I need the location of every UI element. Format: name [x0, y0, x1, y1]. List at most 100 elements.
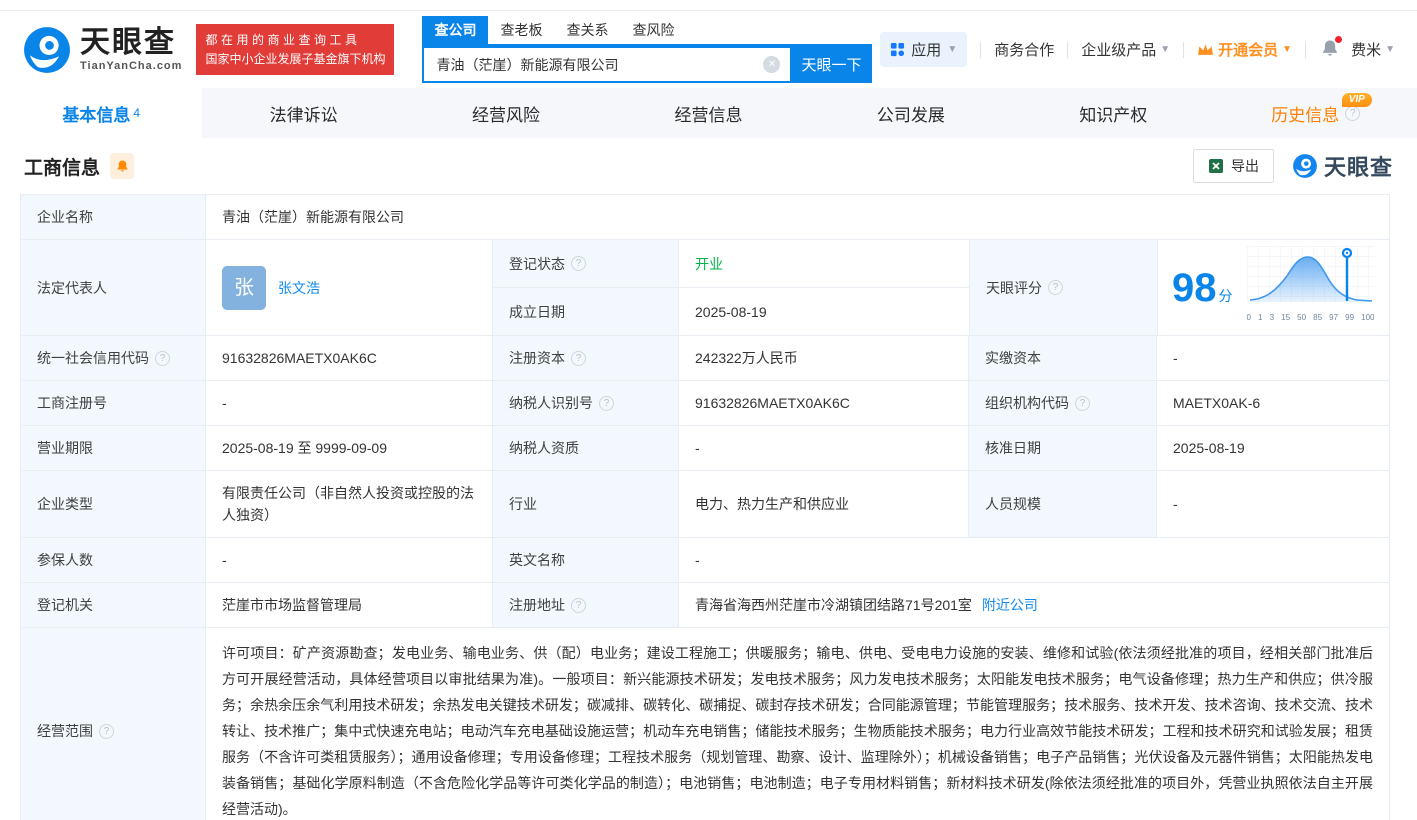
- help-icon[interactable]: [571, 351, 586, 366]
- approve-date-value: 2025-08-19: [1157, 426, 1389, 470]
- score-axis-ticks: 0131550859799100: [1247, 307, 1375, 329]
- reg-number-label: 工商注册号: [21, 381, 206, 425]
- tianyancha-eye-icon: [1292, 153, 1318, 179]
- search-tabs: 查公司 查老板 查关系 查风险: [422, 16, 872, 46]
- notifications-bell-icon[interactable]: [1321, 39, 1339, 61]
- nav-open-vip[interactable]: 开通会员 ▼: [1197, 39, 1292, 60]
- export-button[interactable]: 导出: [1193, 149, 1274, 183]
- help-icon[interactable]: [1345, 106, 1360, 121]
- english-name-label: 英文名称: [493, 538, 679, 582]
- org-code-label: 组织机构代码: [985, 392, 1069, 414]
- header-nav: 应用 ▼ 商务合作 企业级产品 ▼ 开通会员 ▼: [880, 32, 1395, 67]
- company-name-label: 企业名称: [21, 195, 206, 239]
- reg-address-label: 注册地址: [509, 594, 565, 616]
- site-header: 天眼查 TianYanCha.com 都在用的商业查询工具 国家中小企业发展子基…: [0, 11, 1417, 88]
- insured-count-label: 参保人数: [21, 538, 206, 582]
- company-type-label: 企业类型: [21, 471, 206, 537]
- score-value: 98: [1172, 266, 1217, 310]
- insured-count-value: -: [206, 538, 493, 582]
- tab-history-info[interactable]: 历史信息 VIP: [1215, 88, 1417, 138]
- brand-name: 天眼查: [80, 28, 182, 58]
- nearby-companies-link[interactable]: 附近公司: [982, 594, 1038, 616]
- table-row: 参保人数 - 英文名称 -: [21, 538, 1389, 583]
- chevron-down-icon: ▼: [1385, 44, 1395, 55]
- score-label: 天眼评分: [986, 277, 1042, 299]
- tab-intellectual-property[interactable]: 知识产权: [1012, 88, 1214, 138]
- help-icon[interactable]: [571, 598, 586, 613]
- watermark-logo: 天眼查: [1292, 150, 1393, 182]
- tab-operating-info[interactable]: 经营信息: [607, 88, 809, 138]
- brand-domain: TianYanCha.com: [80, 61, 182, 72]
- table-row: 企业名称 青油（茫崖）新能源有限公司: [21, 195, 1389, 240]
- reg-address-value: 青海省海西州茫崖市冷湖镇团结路71号201室: [695, 594, 972, 616]
- table-row: 法定代表人 张 张文浩 登记状态 开业 成立日期 2025-08-19: [21, 240, 1389, 336]
- legal-rep-label: 法定代表人: [21, 240, 206, 335]
- help-icon[interactable]: [571, 256, 586, 271]
- table-row: 企业类型 有限责任公司（非自然人投资或控股的法人独资） 行业 电力、热力生产和供…: [21, 471, 1389, 538]
- tab-company-development[interactable]: 公司发展: [810, 88, 1012, 138]
- table-row: 工商注册号 - 纳税人识别号 91632826MAETX0AK6C 组织机构代码…: [21, 381, 1389, 426]
- search-tab-relation[interactable]: 查关系: [554, 16, 620, 44]
- notification-dot: [1335, 36, 1342, 43]
- search-button[interactable]: 天眼一下: [790, 46, 872, 83]
- reg-status-value: 开业: [695, 253, 723, 275]
- subscribe-bell-icon[interactable]: [110, 153, 134, 179]
- apps-grid-icon: [890, 42, 905, 57]
- paid-capital-label: 实缴资本: [969, 336, 1157, 380]
- reg-number-value: -: [206, 381, 493, 425]
- site-logo[interactable]: 天眼查 TianYanCha.com: [22, 25, 182, 75]
- credit-code-label: 统一社会信用代码: [37, 347, 149, 369]
- help-icon[interactable]: [599, 396, 614, 411]
- apps-menu[interactable]: 应用 ▼: [880, 32, 967, 67]
- biz-scope-value: 许可项目：矿产资源勘查；发电业务、输电业务、供（配）电业务；建设工程施工；供暖服…: [206, 628, 1389, 820]
- english-name-value: -: [679, 538, 1389, 582]
- tab-legal-litigation[interactable]: 法律诉讼: [202, 88, 404, 138]
- business-info-table: 企业名称 青油（茫崖）新能源有限公司 法定代表人 张 张文浩 登记状态 开业: [20, 194, 1390, 820]
- table-row: 营业期限 2025-08-19 至 9999-09-09 纳税人资质 - 核准日…: [21, 426, 1389, 471]
- reg-capital-value: 242322万人民币: [679, 336, 969, 380]
- help-icon[interactable]: [155, 351, 170, 366]
- crown-icon: [1197, 43, 1214, 56]
- legal-rep-avatar[interactable]: 张: [222, 266, 266, 310]
- slogan-line2: 国家中小企业发展子基金旗下机构: [205, 50, 385, 69]
- search-tab-risk[interactable]: 查风险: [620, 16, 686, 44]
- slogan-line1: 都在用的商业查询工具: [205, 31, 385, 50]
- est-date-value: 2025-08-19: [679, 288, 969, 335]
- legal-rep-link[interactable]: 张文浩: [278, 277, 320, 299]
- search-input[interactable]: [422, 46, 790, 83]
- brand-slogan: 都在用的商业查询工具 国家中小企业发展子基金旗下机构: [196, 24, 394, 75]
- reg-authority-value: 茫崖市市场监督管理局: [206, 583, 493, 627]
- section-title: 工商信息: [24, 153, 100, 180]
- help-icon[interactable]: [1075, 396, 1090, 411]
- taxpayer-id-value: 91632826MAETX0AK6C: [679, 381, 969, 425]
- reg-capital-label: 注册资本: [509, 347, 565, 369]
- company-type-value: 有限责任公司（非自然人投资或控股的法人独资）: [206, 471, 493, 537]
- tab-basic-info[interactable]: 基本信息4: [0, 88, 202, 138]
- biz-term-label: 营业期限: [21, 426, 206, 470]
- tianyancha-company-page: 天眼查 TianYanCha.com 都在用的商业查询工具 国家中小企业发展子基…: [0, 0, 1417, 820]
- nav-business-cooperation[interactable]: 商务合作: [994, 39, 1054, 60]
- search-tab-company[interactable]: 查公司: [422, 16, 488, 44]
- table-row: 统一社会信用代码 91632826MAETX0AK6C 注册资本 242322万…: [21, 336, 1389, 381]
- table-row: 经营范围 许可项目：矿产资源勘查；发电业务、输电业务、供（配）电业务；建设工程施…: [21, 628, 1389, 820]
- paid-capital-value: -: [1157, 336, 1389, 380]
- user-menu[interactable]: 费米 ▼: [1351, 39, 1395, 60]
- help-icon[interactable]: [99, 724, 114, 739]
- help-icon[interactable]: [1048, 280, 1063, 295]
- tianyancha-eye-icon: [22, 25, 72, 75]
- section-header: 工商信息 导出 天眼查: [0, 138, 1417, 194]
- approve-date-label: 核准日期: [969, 426, 1157, 470]
- reg-authority-label: 登记机关: [21, 583, 206, 627]
- company-name-value: 青油（茫崖）新能源有限公司: [206, 195, 1389, 239]
- staff-size-value: -: [1157, 471, 1389, 537]
- reg-status-label: 登记状态: [509, 253, 565, 275]
- taxpayer-qual-label: 纳税人资质: [493, 426, 679, 470]
- top-divider: [0, 0, 1417, 11]
- nav-enterprise-products[interactable]: 企业级产品 ▼: [1081, 39, 1170, 60]
- tab-count: 4: [133, 106, 140, 120]
- industry-label: 行业: [493, 471, 679, 537]
- search-tab-boss[interactable]: 查老板: [488, 16, 554, 44]
- chevron-down-icon: ▼: [1282, 44, 1292, 55]
- tab-operating-risk[interactable]: 经营风险: [405, 88, 607, 138]
- chevron-down-icon: ▼: [1160, 44, 1170, 55]
